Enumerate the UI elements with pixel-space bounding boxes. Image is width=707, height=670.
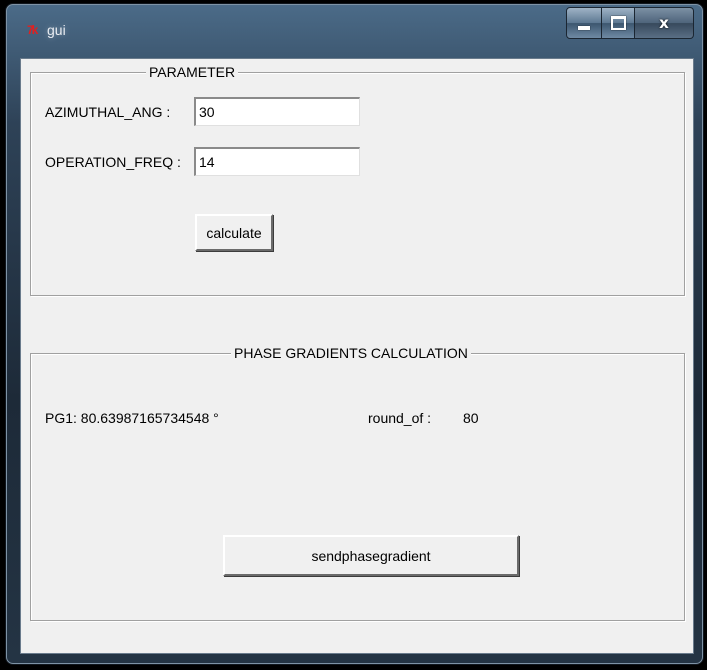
maximize-button[interactable] [602, 7, 635, 39]
client-area: PARAMETER AZIMUTHAL_ANG : OPERATION_FREQ… [20, 58, 694, 654]
app-window: 7k gui x PARAMETER AZIMUTHAL_ANG : OPERA… [6, 4, 703, 664]
window-controls: x [566, 7, 694, 39]
close-icon: x [659, 14, 669, 32]
parameter-group: PARAMETER AZIMUTHAL_ANG : OPERATION_FREQ… [30, 64, 685, 296]
tk-feather-icon: 7k [27, 23, 38, 37]
close-button[interactable]: x [635, 7, 694, 39]
round-of-value: 80 [463, 410, 479, 426]
phase-gradients-legend: PHASE GRADIENTS CALCULATION [231, 345, 471, 361]
pg1-label: PG1: 80.63987165734548 ° [45, 410, 219, 426]
azimuthal-input[interactable] [194, 97, 360, 126]
calculate-button[interactable]: calculate [195, 214, 273, 251]
minimize-button[interactable] [566, 7, 602, 39]
window-title: gui [47, 22, 66, 38]
operation-freq-label: OPERATION_FREQ : [45, 154, 181, 170]
azimuthal-label: AZIMUTHAL_ANG : [45, 104, 171, 120]
minimize-icon [578, 25, 590, 30]
maximize-icon [610, 16, 626, 30]
operation-freq-input[interactable] [194, 147, 360, 176]
send-phase-gradient-button[interactable]: sendphasegradient [223, 535, 519, 576]
parameter-legend: PARAMETER [146, 64, 239, 80]
title-bar[interactable]: 7k gui x [7, 5, 702, 49]
round-of-label: round_of : [368, 410, 432, 426]
phase-gradients-group: PHASE GRADIENTS CALCULATION PG1: 80.6398… [30, 345, 685, 621]
